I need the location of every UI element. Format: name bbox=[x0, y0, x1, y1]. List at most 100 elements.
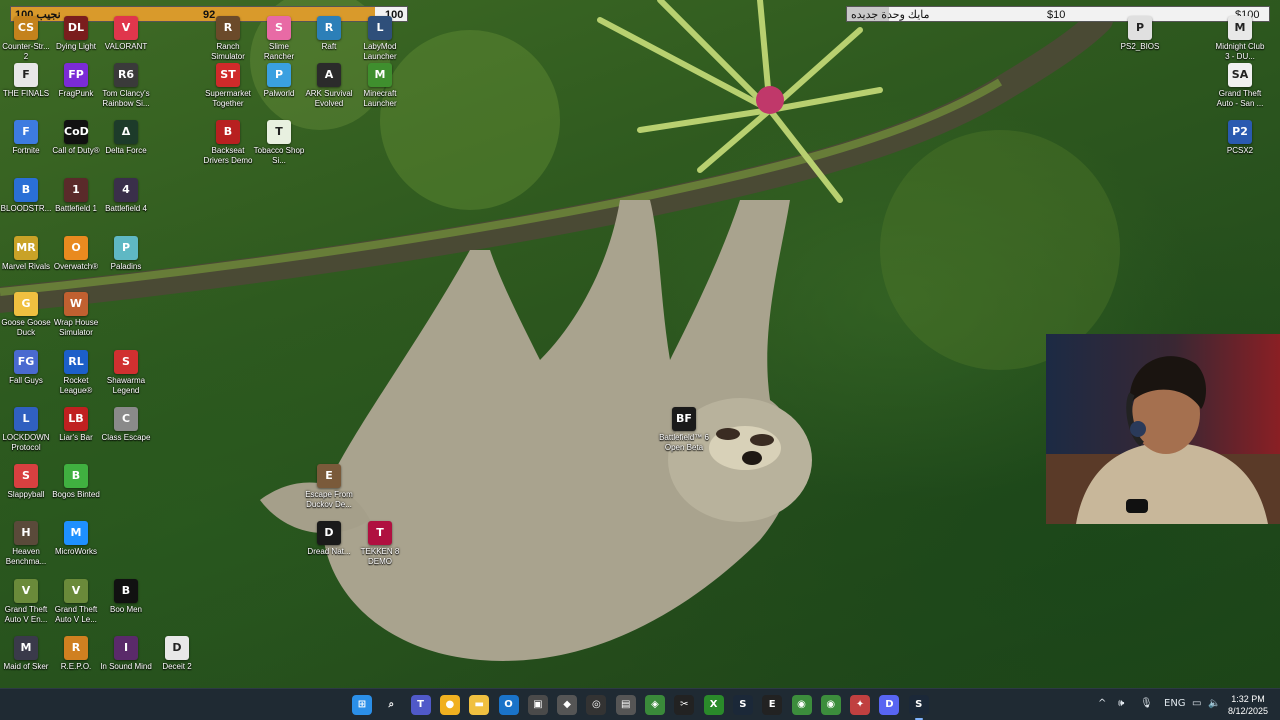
taskbar-app-note-icon[interactable]: ▤ bbox=[615, 695, 636, 715]
desktop-icon[interactable]: LB Liar's Bar bbox=[50, 407, 102, 443]
desktop-icon[interactable]: 4 Battlefield 4 bbox=[100, 178, 152, 214]
app-icon: S bbox=[114, 350, 138, 374]
desktop-icon-label: Counter-Str... 2 bbox=[2, 42, 50, 61]
desktop-icon[interactable]: FP FragPunk bbox=[50, 63, 102, 99]
desktop-icon[interactable]: P Palworld bbox=[253, 63, 305, 99]
desktop-icon[interactable]: W Wrap House Simulator bbox=[50, 292, 102, 338]
taskbar-app-box-icon[interactable]: ◆ bbox=[557, 695, 578, 715]
app-icon: V bbox=[64, 579, 88, 603]
taskbar-discord-icon[interactable]: D bbox=[879, 695, 900, 715]
taskbar-app-circle-icon[interactable]: ◎ bbox=[586, 695, 607, 715]
desktop-icon[interactable]: M Midnight Club 3 - DU... bbox=[1214, 16, 1266, 62]
desktop-icon[interactable]: D Dread Nat... bbox=[303, 521, 355, 557]
desktop-icon[interactable]: T TEKKEN 8 DEMO bbox=[354, 521, 406, 567]
desktop-icon[interactable]: L LabyMod Launcher bbox=[354, 16, 406, 62]
desktop-icon[interactable]: SA Grand Theft Auto - San ... bbox=[1214, 63, 1266, 109]
taskbar-app-red-icon[interactable]: ✦ bbox=[850, 695, 871, 715]
app-icon: FG bbox=[14, 350, 38, 374]
taskbar-start-icon[interactable]: ⊞ bbox=[352, 695, 372, 715]
desktop-icon[interactable]: 1 Battlefield 1 bbox=[50, 178, 102, 214]
desktop-icon[interactable]: T Tobacco Shop Si... bbox=[253, 120, 305, 166]
desktop-icon[interactable]: CS Counter-Str... 2 bbox=[0, 16, 52, 62]
taskbar-capcut-icon[interactable]: ✂ bbox=[674, 695, 695, 715]
desktop-icon[interactable]: O Overwatch® bbox=[50, 236, 102, 272]
desktop-icon[interactable]: Δ Delta Force bbox=[100, 120, 152, 156]
microphone-icon[interactable]: 🎙 bbox=[1140, 697, 1153, 711]
desktop-icon-label: PS2_BIOS bbox=[1120, 42, 1160, 51]
desktop-icon[interactable]: G Goose Goose Duck bbox=[0, 292, 52, 338]
desktop-icon-label: Ranch Simulator bbox=[211, 42, 245, 61]
desktop-icon[interactable]: I In Sound Mind bbox=[100, 636, 152, 672]
desktop-icon[interactable]: DL Dying Light bbox=[50, 16, 102, 52]
app-icon: D bbox=[317, 521, 341, 545]
desktop-icon[interactable]: V Grand Theft Auto V En... bbox=[0, 579, 52, 625]
desktop-icon[interactable]: B Bogos Binted bbox=[50, 464, 102, 500]
desktop-icon[interactable]: S Slappyball bbox=[0, 464, 52, 500]
desktop-icon[interactable]: E Escape From Duckov De... bbox=[303, 464, 355, 510]
taskbar-steam-icon[interactable]: S bbox=[732, 695, 753, 715]
desktop-icon-label: Tobacco Shop Si... bbox=[253, 146, 305, 165]
app-icon: V bbox=[14, 579, 38, 603]
desktop-icon[interactable]: M Maid of Sker bbox=[0, 636, 52, 672]
taskbar-file-explorer-icon[interactable]: ▬ bbox=[469, 695, 490, 715]
desktop-icon[interactable]: ST Supermarket Together bbox=[202, 63, 254, 109]
app-icon: F bbox=[14, 120, 38, 144]
taskbar-app-bundle-icon[interactable]: ◈ bbox=[645, 695, 665, 715]
desktop-icon[interactable]: H Heaven Benchma... bbox=[0, 521, 52, 567]
desktop-icon[interactable]: S Slime Rancher bbox=[253, 16, 305, 62]
taskbar-teams-icon[interactable]: T bbox=[410, 695, 431, 715]
speaker-icon[interactable]: 🔈 bbox=[1208, 697, 1220, 711]
taskbar-yellow-app-icon[interactable]: ● bbox=[439, 695, 460, 715]
desktop-icon[interactable]: C Class Escape bbox=[100, 407, 152, 443]
taskbar-steam-active-icon[interactable]: S bbox=[908, 695, 929, 720]
language-indicator[interactable]: ENG bbox=[1164, 697, 1186, 711]
taskbar-search-icon[interactable]: ⌕ bbox=[381, 695, 401, 715]
goal-right-label: مايك وحدة جديده bbox=[851, 9, 930, 21]
desktop-icon-label: TEKKEN 8 DEMO bbox=[360, 547, 400, 566]
desktop-icon-label: Bogos Binted bbox=[52, 490, 100, 499]
desktop-icon[interactable]: RL Rocket League® bbox=[50, 350, 102, 396]
desktop-icon[interactable]: F Fortnite bbox=[0, 120, 52, 156]
desktop-icon-label: Marvel Rivals bbox=[1, 262, 50, 271]
desktop-icon[interactable]: P2 PCSX2 bbox=[1214, 120, 1266, 156]
taskbar-chrome-2-icon[interactable]: ◉ bbox=[820, 695, 841, 715]
clock-date: 8/12/2025 bbox=[1227, 706, 1269, 716]
desktop-icon[interactable]: V VALORANT bbox=[100, 16, 152, 52]
app-icon: B bbox=[64, 464, 88, 488]
desktop-icon[interactable]: F THE FINALS bbox=[0, 63, 52, 99]
desktop-icon[interactable]: D Deceit 2 bbox=[151, 636, 203, 672]
network-icon[interactable]: ▭ bbox=[1192, 697, 1201, 711]
desktop-icon[interactable]: P PS2_BIOS bbox=[1114, 16, 1166, 52]
desktop-icon[interactable]: R Raft bbox=[303, 16, 355, 52]
desktop-icon[interactable]: R6 Tom Clancy's Rainbow Si... bbox=[100, 63, 152, 109]
desktop-icon-label: Battlefield 1 bbox=[55, 204, 97, 213]
desktop-icon[interactable]: MR Marvel Rivals bbox=[0, 236, 52, 272]
desktop-icon[interactable]: A ARK Survival Evolved bbox=[303, 63, 355, 109]
desktop-icon[interactable]: L LOCKDOWN Protocol bbox=[0, 407, 52, 453]
taskbar-store-icon[interactable]: ▣ bbox=[527, 695, 548, 715]
desktop-icon[interactable]: R Ranch Simulator bbox=[202, 16, 254, 62]
app-icon: A bbox=[317, 63, 341, 87]
desktop-icon[interactable]: M Minecraft Launcher bbox=[354, 63, 406, 109]
desktop-icon[interactable]: CoD Call of Duty® bbox=[50, 120, 102, 156]
app-icon: V bbox=[114, 16, 138, 40]
taskbar-outlook-icon[interactable]: O bbox=[498, 695, 519, 715]
desktop-icon[interactable]: R R.E.P.O. bbox=[50, 636, 102, 672]
volume-icon[interactable]: 🕪 bbox=[1118, 697, 1124, 711]
streamer-webcam-image bbox=[1046, 356, 1280, 524]
tray-overflow-chevron-icon[interactable]: ^ bbox=[1098, 697, 1106, 711]
desktop-icon[interactable]: M MicroWorks bbox=[50, 521, 102, 557]
taskbar-chrome-1-icon[interactable]: ◉ bbox=[791, 695, 812, 715]
desktop-icon[interactable]: P Paladins bbox=[100, 236, 152, 272]
taskbar-xbox-icon[interactable]: X bbox=[703, 695, 724, 715]
desktop-icon[interactable]: FG Fall Guys bbox=[0, 350, 52, 386]
desktop-icon[interactable]: BF Battlefield™ 6 Open Beta bbox=[658, 407, 710, 453]
desktop-icon[interactable]: V Grand Theft Auto V Le... bbox=[50, 579, 102, 625]
desktop-icon[interactable]: S Shawarma Legend bbox=[100, 350, 152, 396]
desktop-icon[interactable]: B Boo Men bbox=[100, 579, 152, 615]
system-clock[interactable]: 1:32 PM 8/12/2025 bbox=[1222, 693, 1274, 717]
desktop-icon[interactable]: B Backseat Drivers Demo bbox=[202, 120, 254, 166]
desktop-icon[interactable]: B BLOODSTR... bbox=[0, 178, 52, 214]
taskbar-epic-icon[interactable]: E bbox=[762, 695, 783, 715]
app-icon: P bbox=[1128, 16, 1152, 40]
